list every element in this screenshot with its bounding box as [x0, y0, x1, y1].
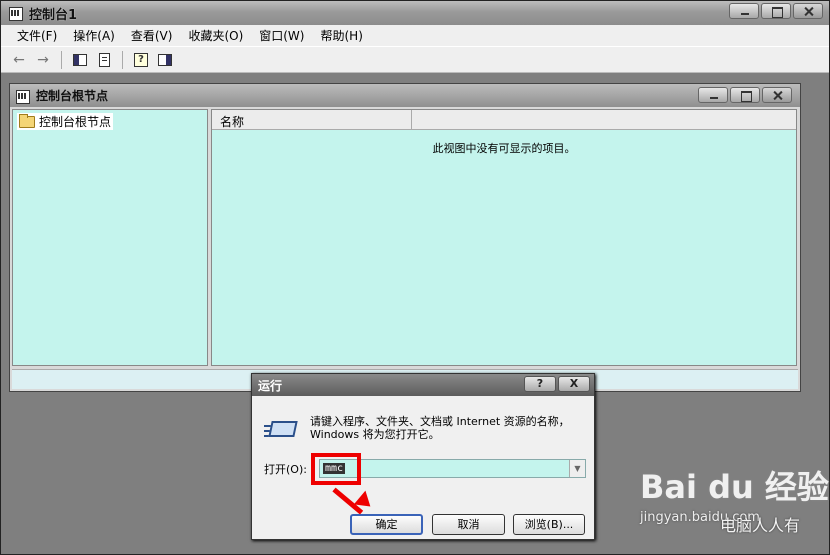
- main-titlebar[interactable]: 控制台1: [1, 1, 829, 25]
- console-root-window: 控制台根节点 控制台根节点 名称 此视图中没有可显示的项目。: [9, 83, 801, 392]
- menu-view[interactable]: 查看(V): [123, 27, 181, 44]
- run-close-button[interactable]: X: [558, 376, 590, 392]
- toolbar: ← → ?: [1, 47, 829, 73]
- run-dialog-controls: ? X: [524, 376, 590, 392]
- folder-icon: [19, 113, 35, 128]
- console-tree-icon: [73, 53, 87, 66]
- main-window-title: 控制台1: [29, 7, 78, 23]
- child-window-controls: [698, 87, 792, 103]
- close-button[interactable]: [793, 3, 823, 19]
- forward-arrow-icon[interactable]: →: [33, 51, 53, 69]
- browse-button[interactable]: 浏览(B)...: [513, 514, 585, 535]
- menu-favorites[interactable]: 收藏夹(O): [180, 27, 251, 44]
- open-label: 打开(O):: [264, 463, 307, 476]
- toolbar-separator: [122, 50, 123, 69]
- help-icon: ?: [134, 52, 148, 67]
- tree-pane: 控制台根节点: [12, 109, 208, 366]
- highlight-box: [311, 453, 361, 485]
- baidu-logo: Bai du 经验: [640, 468, 829, 506]
- column-header-name[interactable]: 名称: [212, 110, 412, 129]
- cancel-button[interactable]: 取消: [432, 514, 505, 535]
- menu-help[interactable]: 帮助(H): [312, 27, 370, 44]
- run-dialog-title: 运行: [258, 378, 283, 393]
- run-titlebar[interactable]: 运行 ? X: [252, 374, 594, 396]
- back-arrow-icon[interactable]: ←: [9, 51, 29, 69]
- toolbar-separator: [61, 50, 62, 69]
- run-dialog: 运行 ? X 请键入程序、文件夹、文档或 Internet 资源的名称，Wind…: [251, 373, 595, 540]
- child-minimize-button[interactable]: [698, 87, 728, 103]
- console-root-icon: [14, 88, 30, 104]
- tree-item-console-root[interactable]: 控制台根节点: [17, 113, 114, 130]
- child-titlebar[interactable]: 控制台根节点: [10, 84, 800, 107]
- chevron-down-icon[interactable]: ▼: [569, 460, 585, 477]
- child-maximize-button[interactable]: [730, 87, 760, 103]
- tree-item-label: 控制台根节点: [39, 115, 112, 129]
- main-window-controls: [729, 3, 823, 19]
- menu-window[interactable]: 窗口(W): [251, 27, 312, 44]
- menu-bar: 文件(F) 操作(A) 查看(V) 收藏夹(O) 窗口(W) 帮助(H): [1, 25, 829, 47]
- mmc-app-icon: [7, 5, 23, 21]
- child-window-title: 控制台根节点: [36, 89, 109, 103]
- watermark-author: 电脑人人有: [720, 516, 801, 535]
- empty-view-message: 此视图中没有可显示的项目。: [432, 142, 576, 155]
- minimize-button[interactable]: [729, 3, 759, 19]
- export-list-button[interactable]: [94, 51, 114, 69]
- result-pane: 名称 此视图中没有可显示的项目。: [211, 109, 797, 366]
- export-list-icon: [98, 52, 110, 67]
- help-toolbar-button[interactable]: ?: [131, 51, 151, 69]
- show-hide-action-pane-button[interactable]: [155, 51, 175, 69]
- ok-button[interactable]: 确定: [350, 514, 423, 535]
- menu-action[interactable]: 操作(A): [65, 27, 123, 44]
- action-pane-icon: [158, 53, 172, 66]
- run-help-button[interactable]: ?: [524, 376, 556, 392]
- run-description: 请键入程序、文件夹、文档或 Internet 资源的名称，Windows 将为您…: [310, 415, 570, 441]
- menu-file[interactable]: 文件(F): [9, 27, 65, 44]
- column-header-row: 名称: [212, 110, 796, 130]
- watermark: Bai du 经验 jingyan.baidu.com 电脑人人有: [640, 462, 830, 552]
- show-hide-tree-button[interactable]: [70, 51, 90, 69]
- maximize-button[interactable]: [761, 3, 791, 19]
- run-program-icon: [264, 419, 298, 441]
- child-close-button[interactable]: [762, 87, 792, 103]
